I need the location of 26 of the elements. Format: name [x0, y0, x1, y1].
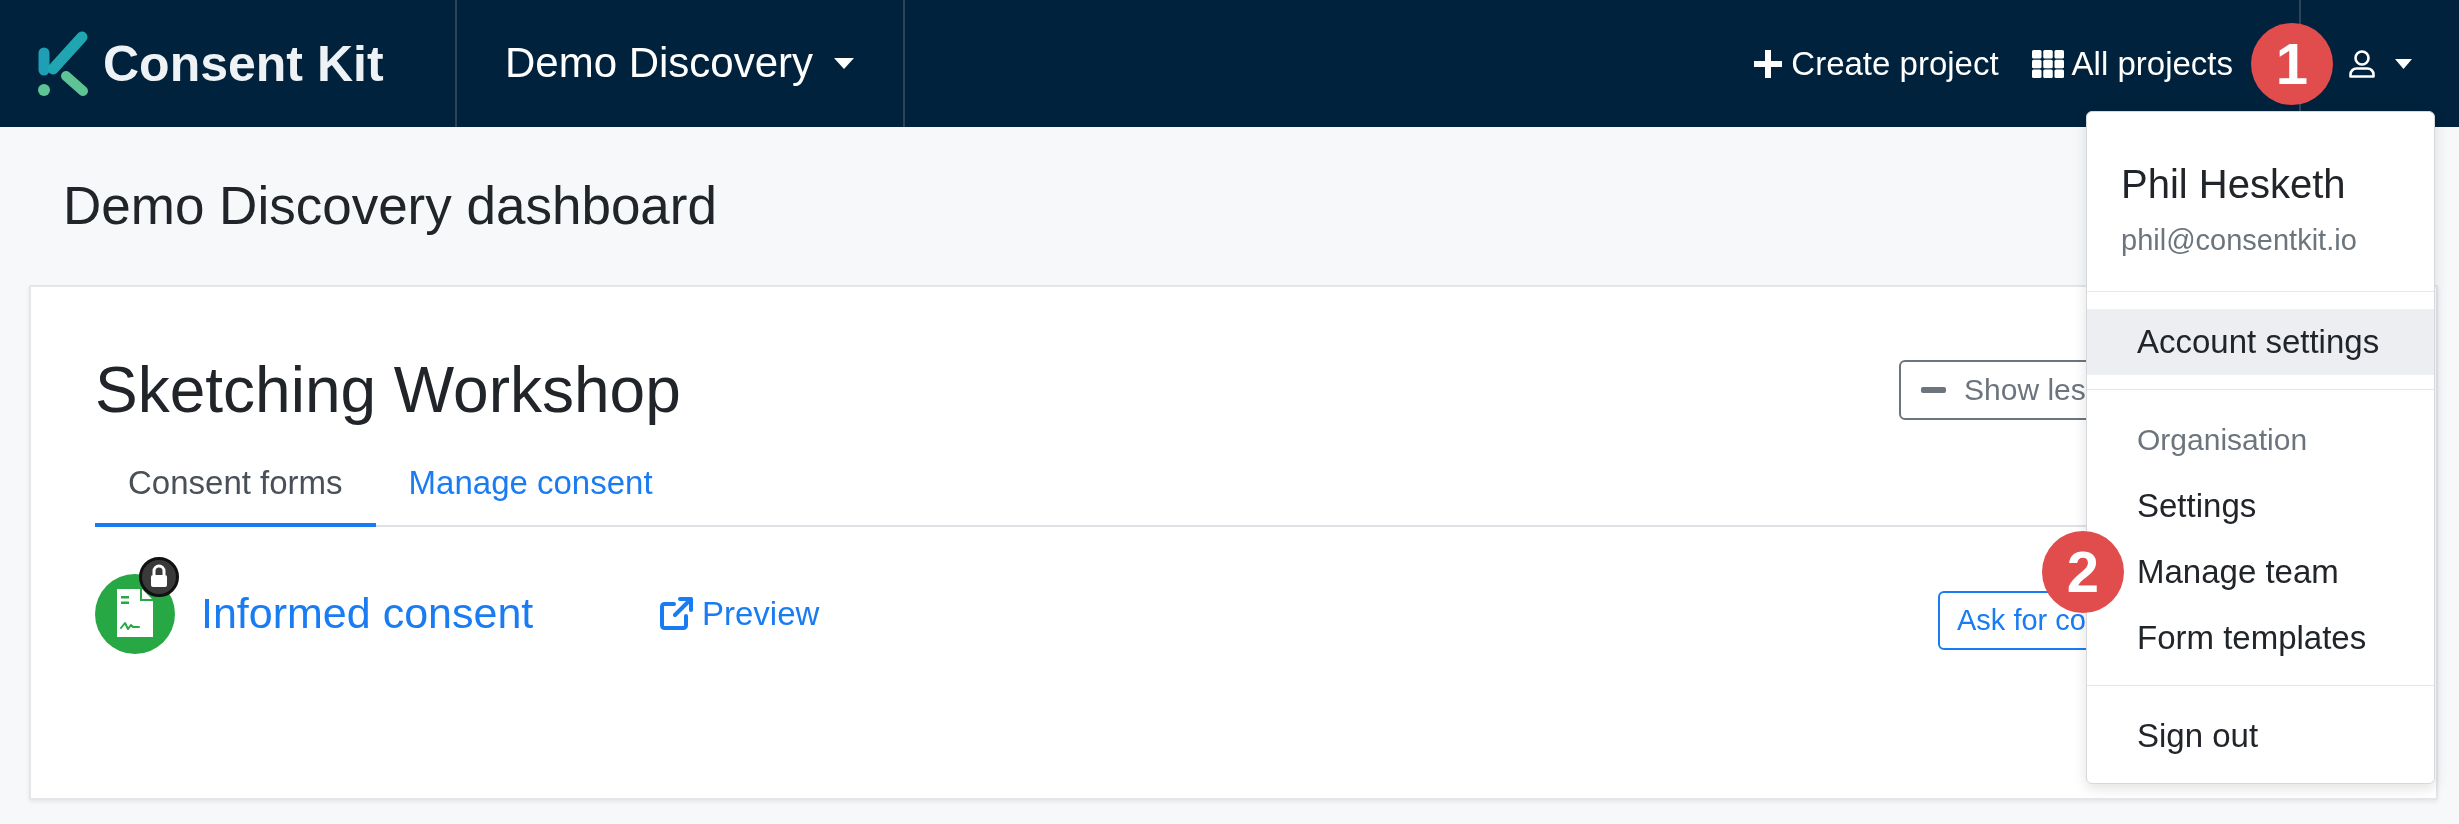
- menu-item[interactable]: Manage team: [2127, 539, 2434, 605]
- plus-icon: [1754, 49, 1783, 78]
- caret-icon: [2395, 58, 2412, 69]
- external-link-icon: [660, 597, 693, 631]
- form-name-link[interactable]: Informed consent: [201, 589, 534, 637]
- preview-link[interactable]: Preview: [660, 594, 820, 634]
- page-title: Demo Discovery dashboard: [63, 175, 717, 238]
- grid-icon: [2031, 49, 2064, 78]
- logo-icon: [38, 29, 90, 98]
- annotation-badge: 2: [2042, 531, 2124, 613]
- minus-icon: [1921, 387, 1946, 394]
- project-switcher[interactable]: Demo Discovery: [455, 0, 905, 127]
- user-name: Phil Hesketh: [2121, 161, 2347, 208]
- user-email: phil@consentkit.io: [2121, 223, 2358, 258]
- caret-icon: [834, 58, 855, 69]
- project-title: Sketching Workshop: [95, 353, 681, 428]
- menu-item[interactable]: Account settings: [2087, 309, 2434, 375]
- all-projects-link[interactable]: All projects: [2031, 43, 2233, 84]
- user-icon: [2348, 49, 2376, 78]
- menu-section-header: Organisation: [2136, 422, 2309, 458]
- create-project-link[interactable]: Create project: [1754, 43, 1999, 84]
- annotation-badge: 1: [2251, 22, 2333, 105]
- menu-item[interactable]: Sign out: [2087, 703, 2434, 769]
- brand-name[interactable]: Consent Kit: [103, 33, 384, 94]
- tab[interactable]: Manage consent: [375, 448, 686, 527]
- tab[interactable]: Consent forms: [95, 448, 376, 527]
